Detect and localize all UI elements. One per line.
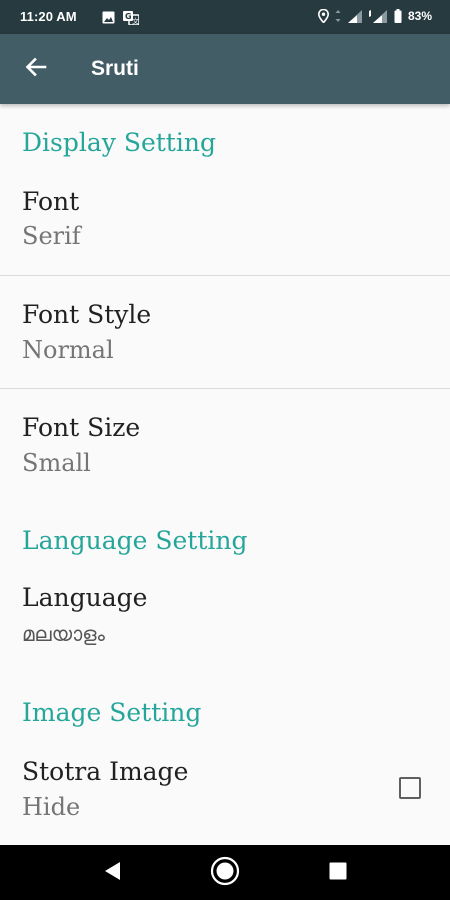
stotra-image-checkbox[interactable] bbox=[399, 777, 421, 799]
status-notification-icons: G 文 bbox=[102, 11, 140, 30]
system-nav-bar bbox=[0, 845, 450, 900]
nav-recents-button[interactable] bbox=[323, 858, 353, 888]
section-header-language: Language Setting bbox=[22, 526, 248, 555]
svg-text:文: 文 bbox=[132, 17, 139, 26]
svg-text:G: G bbox=[125, 12, 132, 21]
recents-square-icon bbox=[329, 862, 347, 884]
pref-stotra-image-summary: Hide bbox=[22, 793, 81, 821]
translate-icon: G 文 bbox=[123, 11, 140, 30]
section-header-display: Display Setting bbox=[22, 128, 216, 157]
location-icon bbox=[317, 9, 329, 23]
pref-font-title: Font bbox=[22, 187, 80, 216]
section-header-image: Image Setting bbox=[22, 698, 202, 727]
settings-list: Display Setting Font Serif Font Style No… bbox=[0, 104, 450, 845]
image-icon bbox=[102, 11, 115, 30]
pref-stotra-image-title: Stotra Image bbox=[22, 757, 189, 786]
pref-font-style-title: Font Style bbox=[22, 300, 152, 329]
status-system-icons: 83% bbox=[317, 9, 432, 23]
home-circle-icon bbox=[210, 856, 240, 890]
back-button[interactable] bbox=[16, 53, 56, 85]
arrow-left-icon bbox=[25, 57, 47, 81]
pref-font[interactable]: Font Serif bbox=[0, 174, 450, 274]
pref-font-style-summary: Normal bbox=[22, 336, 114, 364]
battery-icon bbox=[394, 9, 402, 23]
back-triangle-icon bbox=[103, 861, 121, 885]
pref-language-title: Language bbox=[22, 583, 148, 612]
nav-home-button[interactable] bbox=[210, 856, 240, 890]
signal-icon bbox=[347, 9, 363, 23]
pref-font-summary: Serif bbox=[22, 222, 81, 250]
pref-font-size-title: Font Size bbox=[22, 413, 141, 442]
pref-language[interactable]: Language മലയാളം bbox=[0, 570, 450, 670]
signal-icon bbox=[368, 9, 388, 23]
pref-font-style[interactable]: Font Style Normal bbox=[0, 276, 450, 388]
status-time: 11:20 AM bbox=[20, 9, 77, 24]
pref-language-summary: മലയാളം bbox=[22, 622, 105, 646]
page-title: Sruti bbox=[91, 57, 139, 80]
data-arrows-icon bbox=[335, 10, 341, 22]
status-bar: 11:20 AM G 文 83% bbox=[0, 0, 450, 34]
pref-stotra-image[interactable]: Stotra Image Hide bbox=[0, 744, 450, 844]
nav-back-button[interactable] bbox=[97, 858, 127, 888]
pref-font-size[interactable]: Font Size Small bbox=[0, 389, 450, 499]
pref-font-size-summary: Small bbox=[22, 449, 91, 477]
battery-percent: 83% bbox=[407, 9, 432, 23]
app-bar: Sruti bbox=[0, 34, 450, 104]
